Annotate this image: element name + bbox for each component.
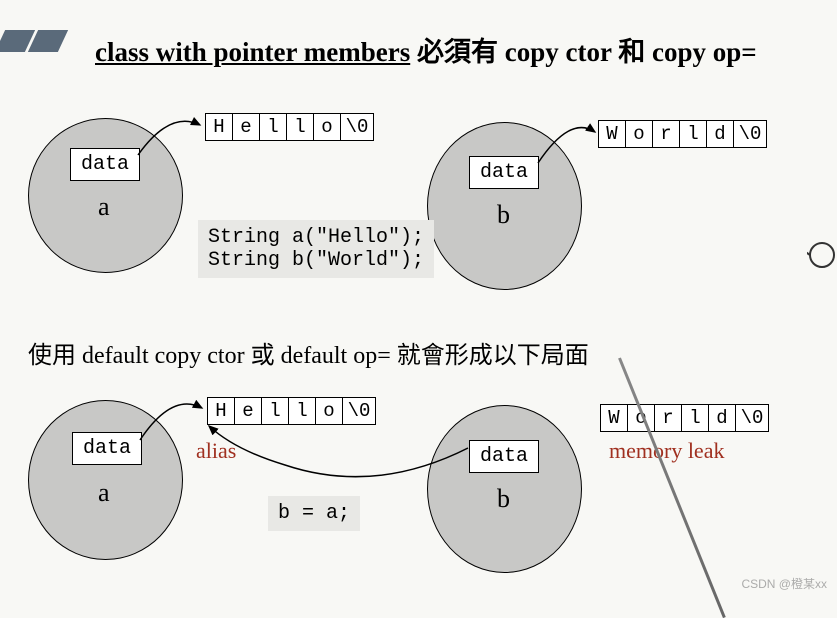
char-cell: \0 [735,404,769,432]
object-a2-data-box: data [72,432,142,465]
char-cell: e [234,397,261,425]
memory-leak-label: memory leak [609,438,724,464]
char-cell: \0 [342,397,376,425]
watermark: CSDN @橙某xx [741,575,827,592]
corner-tabs [0,30,66,52]
char-cell: d [708,404,735,432]
char-cell: \0 [733,120,767,148]
page-title: class with pointer members 必須有 copy ctor… [95,30,757,69]
char-cell: l [288,397,315,425]
char-cell: o [625,120,652,148]
object-b2-data-box: data [469,440,539,473]
object-a-label: a [98,192,110,222]
char-cell: d [706,120,733,148]
object-a-data-box: data [70,148,140,181]
code-snippet-assign: b = a; [268,496,360,531]
char-array-hello: H e l l o \0 [205,113,374,141]
glasses-icon [807,235,837,275]
char-cell: r [654,404,681,432]
char-cell: r [652,120,679,148]
char-cell: H [207,397,234,425]
alias-label: alias [196,438,236,464]
data-label: data [480,445,528,468]
title-rest: 必須有 copy ctor 和 copy op= [410,37,756,67]
char-cell: l [681,404,708,432]
char-cell: o [315,397,342,425]
char-cell: l [259,113,286,141]
object-b2-label: b [497,484,510,514]
char-cell: o [313,113,340,141]
char-cell: l [679,120,706,148]
tab-shape [28,30,68,52]
char-cell: l [286,113,313,141]
char-cell: H [205,113,232,141]
data-label: data [480,161,528,184]
explanation-text: 使用 default copy ctor 或 default op= 就會形成以… [28,335,589,370]
char-cell: l [261,397,288,425]
char-cell: W [598,120,625,148]
object-b-data-box: data [469,156,539,189]
char-array-world: W o r l d \0 [598,120,767,148]
title-underlined: class with pointer members [95,37,410,67]
code-snippet-construct: String a("Hello"); String b("World"); [198,220,434,278]
char-array-hello-2: H e l l o \0 [207,397,376,425]
char-cell: \0 [340,113,374,141]
char-cell: W [600,404,627,432]
char-array-world-orphan: W o r l d \0 [600,404,769,432]
object-b-label: b [497,200,510,230]
char-cell: e [232,113,259,141]
data-label: data [83,437,131,460]
object-a2-label: a [98,478,110,508]
data-label: data [81,153,129,176]
pointer-stick [618,357,726,618]
